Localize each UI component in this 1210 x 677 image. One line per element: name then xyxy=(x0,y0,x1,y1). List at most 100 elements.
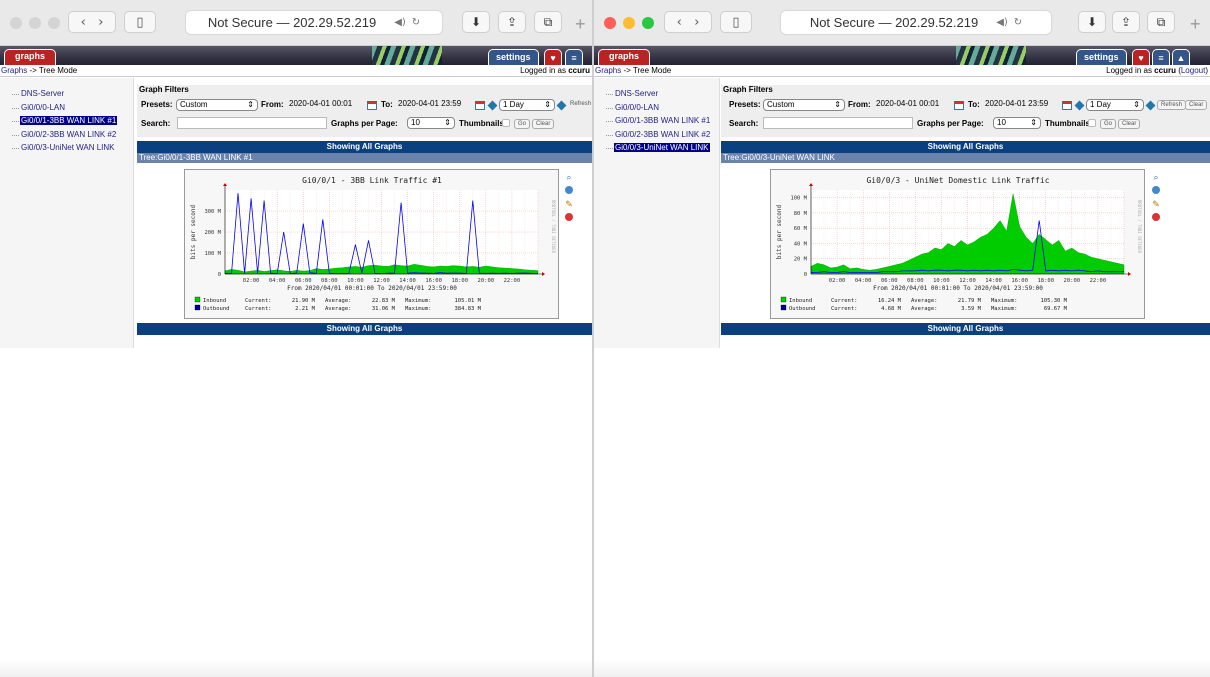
from-label: From: xyxy=(848,100,871,109)
tree-item-gi003[interactable]: Gi0/0/3-UniNet WAN LINK xyxy=(20,143,116,152)
go-button[interactable]: Go xyxy=(514,119,531,129)
tab-graphs[interactable]: graphs xyxy=(4,49,57,65)
shift-right-icon[interactable] xyxy=(556,100,567,111)
address-bar[interactable]: Not Secure — 202.29.52.219 ◀) ↻ xyxy=(780,10,1052,35)
chevron-right-icon[interactable]: › xyxy=(694,15,699,30)
delete-icon[interactable] xyxy=(565,213,573,221)
back-forward-buttons[interactable]: ‹ › xyxy=(68,11,116,33)
edit-icon[interactable]: ✎ xyxy=(564,199,574,209)
logout-link[interactable]: Logout xyxy=(1181,66,1205,75)
to-input[interactable]: 2020-04-01 23:59 xyxy=(396,99,472,111)
new-tab-icon[interactable]: + xyxy=(1190,14,1201,35)
properties-icon[interactable] xyxy=(565,186,573,194)
tree-item-gi002[interactable]: Gi0/0/2-3BB WAN LINK #2 xyxy=(20,130,117,139)
x-tick-label: 04:00 xyxy=(269,278,286,284)
tree-item-dns-server[interactable]: DNS-Server xyxy=(20,89,65,98)
traffic-graph[interactable]: Gi0/0/3 - UniNet Domestic Link Traffic bi… xyxy=(770,169,1145,319)
tree-item-gi000[interactable]: Gi0/0/0-LAN xyxy=(20,103,66,112)
breadcrumb-graphs-link[interactable]: Graphs xyxy=(1,66,27,75)
thumbnails-checkbox[interactable] xyxy=(1088,119,1096,127)
sidebar-toggle-button[interactable]: ▯ xyxy=(124,11,156,33)
select-arrows-icon: ⇕ xyxy=(1133,100,1140,109)
graph-icon[interactable]: ▲ xyxy=(1172,49,1190,65)
tree-item-gi001[interactable]: Gi0/0/1-3BB WAN LINK #1 xyxy=(614,116,711,125)
tree-item-gi002[interactable]: Gi0/0/2-3BB WAN LINK #2 xyxy=(614,130,711,139)
timespan-select[interactable]: 1 Day ⇕ xyxy=(1086,99,1144,111)
close-window-button[interactable] xyxy=(604,17,616,29)
thumbnails-checkbox[interactable] xyxy=(502,119,510,127)
timespan-select[interactable]: 1 Day ⇕ xyxy=(499,99,555,111)
delete-icon[interactable] xyxy=(1152,213,1160,221)
clear-button-top[interactable]: Clear xyxy=(1185,100,1208,110)
properties-icon[interactable] xyxy=(1152,186,1160,194)
tree-item-dns-server[interactable]: DNS-Server xyxy=(614,89,659,98)
zoom-window-button[interactable] xyxy=(48,17,60,29)
minimize-window-button[interactable] xyxy=(29,17,41,29)
heart-icon[interactable]: ♥ xyxy=(1132,49,1150,65)
tree-item-gi001[interactable]: Gi0/0/1-3BB WAN LINK #1 xyxy=(20,116,118,125)
chevron-left-icon[interactable]: ‹ xyxy=(81,15,86,30)
shift-right-icon[interactable] xyxy=(1145,100,1156,111)
select-arrows-icon: ⇕ xyxy=(544,100,551,109)
downloads-button[interactable]: ⬇ xyxy=(462,11,490,33)
search-input[interactable] xyxy=(177,117,327,129)
to-input[interactable]: 2020-04-01 23:59 xyxy=(983,99,1059,111)
edit-icon[interactable]: ✎ xyxy=(1151,199,1161,209)
list-icon[interactable]: ≡ xyxy=(565,49,583,65)
tab-settings[interactable]: settings xyxy=(1076,49,1127,65)
minimize-window-button[interactable] xyxy=(623,17,635,29)
search-input[interactable] xyxy=(763,117,913,129)
tab-graphs[interactable]: graphs xyxy=(598,49,651,65)
reload-icon[interactable]: ↻ xyxy=(1014,17,1022,28)
tabs-overview-button[interactable]: ⧉ xyxy=(534,11,562,33)
tree-item-gi000[interactable]: Gi0/0/0-LAN xyxy=(614,103,660,112)
close-window-button[interactable] xyxy=(10,17,22,29)
graphs-per-page-select[interactable]: 10 ⇕ xyxy=(993,117,1041,129)
tabs-overview-button[interactable]: ⧉ xyxy=(1147,11,1175,33)
chevron-left-icon[interactable]: ‹ xyxy=(677,15,682,30)
speaker-icon[interactable]: ◀) xyxy=(996,17,1008,28)
traffic-graph[interactable]: Gi0/0/1 - 3BB Link Traffic #1 bits per se… xyxy=(184,169,559,319)
address-bar[interactable]: Not Secure — 202.29.52.219 ◀) ↻ xyxy=(185,10,443,35)
sidebar-toggle-button[interactable]: ▯ xyxy=(720,11,752,33)
from-calendar-icon[interactable] xyxy=(954,101,964,110)
to-calendar-icon[interactable] xyxy=(475,101,485,110)
shift-left-icon[interactable] xyxy=(1074,100,1085,111)
tree-connector xyxy=(606,108,613,109)
shift-left-icon[interactable] xyxy=(487,100,498,111)
presets-select[interactable]: Custom ⇕ xyxy=(176,99,258,111)
from-input[interactable]: 2020-04-01 00:01 xyxy=(874,99,950,111)
refresh-button[interactable]: Refresh xyxy=(1157,100,1187,110)
legend-series-name: Outbound xyxy=(789,306,816,312)
legend-maximum-label: Maximum: xyxy=(991,306,1018,312)
go-button[interactable]: Go xyxy=(1100,119,1117,129)
from-calendar-icon[interactable] xyxy=(367,101,377,110)
to-calendar-icon[interactable] xyxy=(1062,101,1072,110)
select-arrows-icon: ⇕ xyxy=(834,100,841,109)
zoom-window-button[interactable] xyxy=(642,17,654,29)
list-icon[interactable]: ≡ xyxy=(1152,49,1170,65)
presets-select[interactable]: Custom ⇕ xyxy=(763,99,845,111)
x-tick-label: 02:00 xyxy=(829,278,846,284)
new-tab-icon[interactable]: + xyxy=(575,14,586,35)
clear-button[interactable]: Clear xyxy=(1118,119,1141,129)
tab-settings[interactable]: settings xyxy=(488,49,539,65)
refresh-button[interactable]: Refresh xyxy=(567,100,592,110)
from-input[interactable]: 2020-04-01 00:01 xyxy=(287,99,363,111)
share-button[interactable]: ⇪ xyxy=(498,11,526,33)
back-forward-buttons[interactable]: ‹ › xyxy=(664,11,712,33)
y-tick-label: 0 xyxy=(804,272,807,278)
clear-button[interactable]: Clear xyxy=(532,119,555,129)
chevron-right-icon[interactable]: › xyxy=(98,15,103,30)
tree-item-gi003[interactable]: Gi0/0/3-UniNet WAN LINK xyxy=(614,143,710,152)
graphs-per-page-select[interactable]: 10 ⇕ xyxy=(407,117,455,129)
reload-icon[interactable]: ↻ xyxy=(412,17,420,28)
x-tick-label: 14:00 xyxy=(985,278,1002,284)
downloads-button[interactable]: ⬇ xyxy=(1078,11,1106,33)
zoom-icon[interactable]: ⌕ xyxy=(1151,172,1161,182)
breadcrumb-graphs-link[interactable]: Graphs xyxy=(595,66,621,75)
heart-icon[interactable]: ♥ xyxy=(544,49,562,65)
speaker-icon[interactable]: ◀) xyxy=(394,17,406,28)
zoom-icon[interactable]: ⌕ xyxy=(564,172,574,182)
share-button[interactable]: ⇪ xyxy=(1112,11,1140,33)
